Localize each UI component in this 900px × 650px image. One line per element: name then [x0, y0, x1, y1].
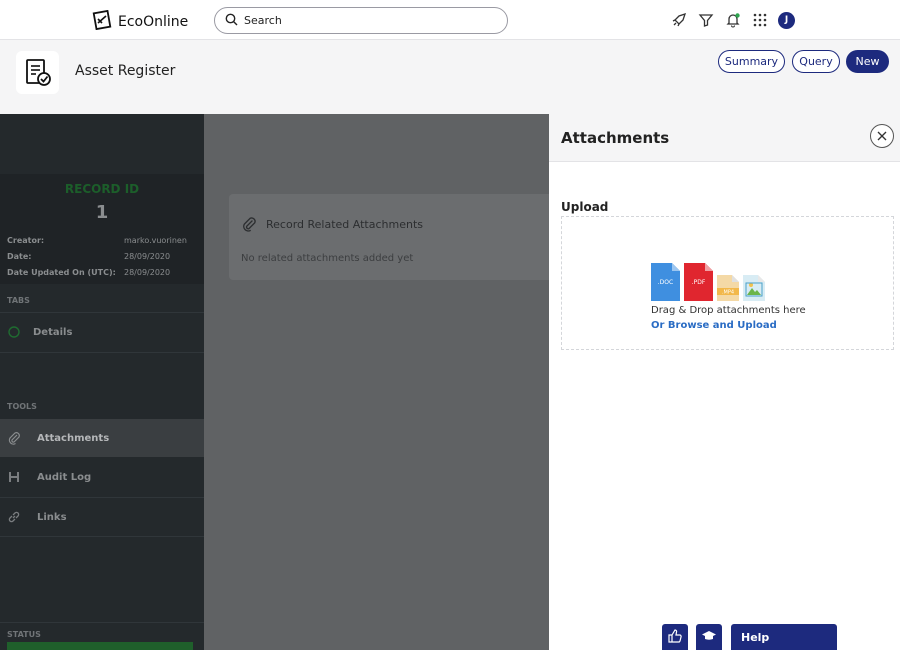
tool-attachments[interactable]: Attachments [0, 419, 204, 457]
search-icon [225, 11, 238, 30]
related-attachments-card: Record Related Attachments No related at… [229, 194, 549, 280]
search-input[interactable] [244, 14, 484, 27]
drop-instructions: Drag & Drop attachments here [651, 305, 806, 316]
image-file-icon [743, 275, 765, 301]
creator-value: marko.vuorinen [124, 236, 187, 245]
new-button[interactable]: New [846, 50, 889, 73]
feedback-button[interactable] [662, 624, 688, 650]
tab-details-label: Details [33, 326, 73, 338]
tabs-section-label: TABS [7, 296, 30, 305]
link-icon [7, 510, 21, 524]
save-disk-icon [7, 470, 21, 484]
user-avatar[interactable]: J [778, 11, 795, 29]
divider [0, 622, 204, 623]
close-button[interactable] [870, 124, 894, 148]
record-id-label: RECORD ID [64, 182, 140, 196]
brand-name: EcoOnline [118, 14, 189, 30]
related-attachments-empty: No related attachments added yet [241, 253, 414, 264]
divider [0, 536, 204, 537]
creator-label: Creator: [7, 236, 45, 245]
content-overlay[interactable]: Record Related Attachments No related at… [204, 114, 549, 650]
tool-audit-log-label: Audit Log [37, 471, 92, 483]
upload-dropzone[interactable]: .DOC .PDF .MP4 Drag & Drop attachments h… [561, 216, 894, 350]
pdf-file-label: .PDF [692, 279, 706, 286]
help-button[interactable]: Help [731, 624, 837, 650]
top-bar: EcoOnline J [0, 0, 900, 40]
thumbs-up-icon [668, 628, 682, 647]
drawer-title: Attachments [561, 129, 670, 147]
pdf-file-icon: .PDF [684, 263, 713, 301]
browse-upload-link[interactable]: Or Browse and Upload [651, 320, 777, 331]
paperclip-icon [241, 216, 257, 236]
date-label: Date: [7, 252, 32, 261]
date-updated-label: Date Updated On (UTC): [7, 268, 116, 277]
date-value: 28/09/2020 [124, 252, 171, 261]
tool-audit-log[interactable]: Audit Log [0, 458, 204, 496]
date-updated-value: 28/09/2020 [124, 268, 171, 277]
query-button[interactable]: Query [792, 50, 840, 73]
brand-logo[interactable]: EcoOnline [92, 9, 189, 34]
related-attachments-title: Record Related Attachments [266, 218, 423, 231]
drawer-header: Attachments [549, 114, 900, 162]
record-id-value: 1 [95, 202, 109, 223]
top-icons: J [670, 11, 795, 29]
status-section-label: STATUS [7, 630, 41, 639]
circle-icon [7, 325, 21, 339]
attachments-drawer: Attachments Upload .DOC .PDF .MP4 Drag &… [549, 114, 900, 650]
divider [0, 352, 204, 353]
tool-links[interactable]: Links [0, 498, 204, 536]
record-sidebar: RECORD ID 1 Creator: marko.vuorinen Date… [0, 114, 204, 650]
upload-title: Upload [561, 200, 609, 214]
search-box[interactable] [214, 7, 508, 34]
ecoonline-logo-icon [92, 9, 112, 34]
learning-button[interactable] [696, 624, 722, 650]
tab-details[interactable]: Details [0, 313, 204, 351]
summary-button[interactable]: Summary [718, 50, 785, 73]
doc-file-icon: .DOC [651, 263, 680, 301]
apps-grid-icon[interactable] [751, 11, 769, 29]
close-icon [876, 127, 888, 146]
tool-links-label: Links [37, 511, 67, 523]
mp4-file-icon: .MP4 [717, 275, 739, 301]
record-summary: RECORD ID 1 Creator: marko.vuorinen Date… [0, 174, 204, 284]
tool-attachments-label: Attachments [37, 432, 110, 444]
graduation-cap-icon [701, 628, 717, 647]
mp4-file-label: .MP4 [722, 290, 734, 296]
status-indicator [7, 642, 193, 650]
page-title: Asset Register [75, 63, 176, 79]
file-type-icons: .DOC .PDF .MP4 [651, 263, 765, 301]
doc-file-label: .DOC [658, 279, 673, 286]
paperclip-icon [7, 431, 21, 445]
bell-icon[interactable] [724, 11, 742, 29]
filter-icon[interactable] [697, 11, 715, 29]
asset-register-icon [16, 51, 59, 94]
rocket-icon[interactable] [670, 11, 688, 29]
tools-section-label: TOOLS [7, 402, 37, 411]
